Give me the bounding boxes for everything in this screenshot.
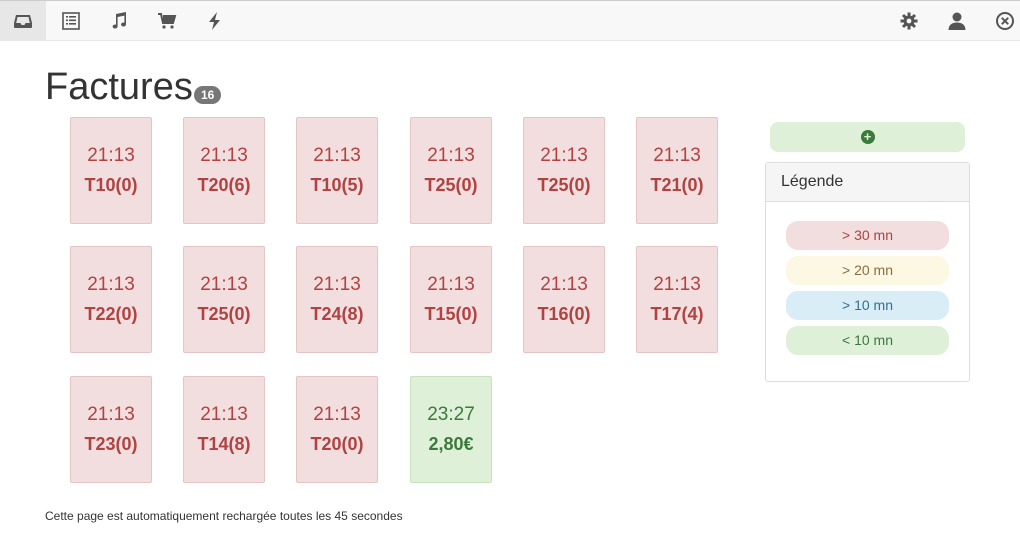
invoice-time: 21:13 (200, 274, 248, 295)
legend-panel: Légende > 30 mn > 20 mn > 10 mn < 10 mn (765, 162, 970, 382)
invoice-table: T25(0) (537, 175, 591, 195)
invoice-time: 21:13 (653, 145, 701, 166)
invoice-table: T14(8) (197, 434, 251, 454)
invoice-card[interactable]: 21:13 T24(8) (296, 246, 378, 353)
invoice-table: T22(0) (84, 304, 138, 324)
legend-item-10: > 10 mn (786, 291, 949, 320)
plus-circle-icon: + (860, 130, 875, 144)
invoice-table: T20(0) (310, 434, 364, 454)
nav-music[interactable] (96, 1, 142, 41)
invoice-time: 21:13 (200, 145, 248, 166)
invoice-card[interactable]: 21:13 T25(0) (183, 246, 265, 353)
invoice-table: T20(6) (197, 175, 251, 195)
invoice-table: T25(0) (424, 175, 478, 195)
invoice-time: 21:13 (540, 145, 588, 166)
footer-note: Cette page est automatiquement rechargée… (45, 509, 403, 523)
count-badge: 16 (194, 86, 222, 104)
invoice-table: T25(0) (197, 304, 251, 324)
invoice-card[interactable]: 21:13 T10(5) (296, 117, 378, 224)
inbox-icon (14, 15, 32, 28)
invoice-card[interactable]: 21:13 T14(8) (183, 376, 265, 483)
invoice-card[interactable]: 21:13 T25(0) (410, 117, 492, 224)
legend-title: Légende (766, 163, 969, 202)
invoice-time: 21:13 (313, 145, 361, 166)
gear-icon (900, 12, 918, 30)
legend-item-lt10: < 10 mn (786, 326, 949, 355)
invoice-table: T10(5) (310, 175, 364, 195)
invoice-card[interactable]: 21:13 T25(0) (523, 117, 605, 224)
page-title: Factures (45, 66, 193, 108)
bolt-icon (209, 12, 220, 30)
music-icon (112, 12, 126, 29)
cart-icon (158, 13, 177, 29)
nav-close[interactable] (982, 1, 1020, 41)
top-navbar (0, 0, 1020, 41)
invoice-time: 21:13 (313, 404, 361, 425)
invoice-card[interactable]: 21:13 T16(0) (523, 246, 605, 353)
invoice-card[interactable]: 21:13 T22(0) (70, 246, 152, 353)
invoice-time: 21:13 (427, 274, 475, 295)
invoice-card[interactable]: 21:13 T20(6) (183, 117, 265, 224)
nav-bolt[interactable] (192, 1, 238, 41)
invoice-card[interactable]: 21:13 T21(0) (636, 117, 718, 224)
legend-item-30: > 30 mn (786, 221, 949, 250)
invoice-table: T17(4) (650, 304, 704, 324)
invoice-time: 21:13 (653, 274, 701, 295)
nav-settings[interactable] (886, 1, 932, 41)
add-button[interactable]: + (770, 122, 965, 152)
invoice-card[interactable]: 21:13 T15(0) (410, 246, 492, 353)
invoice-card[interactable]: 21:13 T20(0) (296, 376, 378, 483)
invoice-table: T15(0) (424, 304, 478, 324)
invoice-card[interactable]: 21:13 T10(0) (70, 117, 152, 224)
nav-user[interactable] (934, 1, 980, 41)
invoice-table: T10(0) (84, 175, 138, 195)
list-icon (62, 12, 80, 30)
invoice-table: T23(0) (84, 434, 138, 454)
invoice-time: 21:13 (313, 274, 361, 295)
nav-list[interactable] (48, 1, 94, 41)
invoice-table: T24(8) (310, 304, 364, 324)
invoice-time: 21:13 (540, 274, 588, 295)
invoice-time: 21:13 (87, 274, 135, 295)
invoice-table: T21(0) (650, 175, 704, 195)
invoice-time: 21:13 (427, 145, 475, 166)
invoice-table: T16(0) (537, 304, 591, 324)
invoice-card[interactable]: 21:13 T23(0) (70, 376, 152, 483)
invoice-time: 23:27 (427, 404, 475, 425)
user-icon (948, 12, 966, 30)
invoice-time: 21:13 (87, 404, 135, 425)
invoice-time: 21:13 (87, 145, 135, 166)
nav-cart[interactable] (144, 1, 190, 41)
invoice-card[interactable]: 23:27 2,80€ (410, 376, 492, 483)
invoice-time: 21:13 (200, 404, 248, 425)
invoice-amount: 2,80€ (428, 434, 474, 454)
invoice-card[interactable]: 21:13 T17(4) (636, 246, 718, 353)
close-circle-icon (996, 12, 1014, 30)
nav-inbox[interactable] (0, 1, 46, 41)
legend-item-20: > 20 mn (786, 256, 949, 285)
